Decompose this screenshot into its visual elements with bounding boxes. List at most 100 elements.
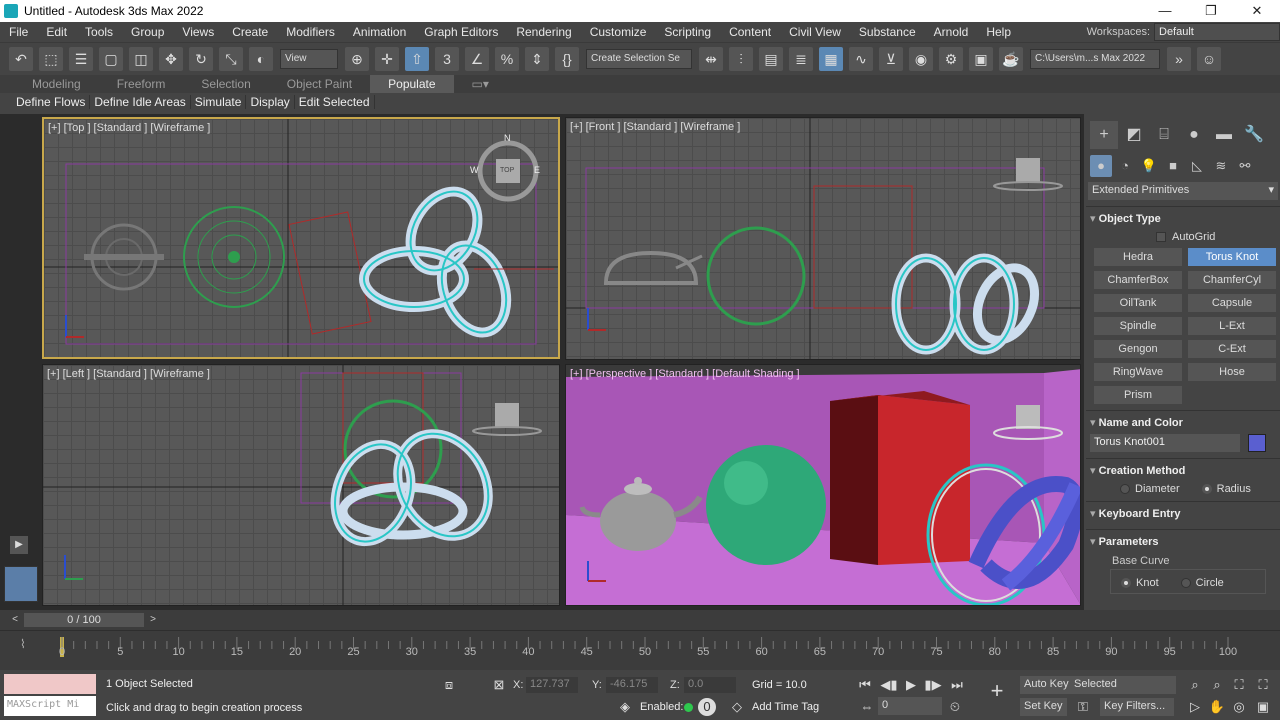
- ringwave-button[interactable]: RingWave: [1094, 363, 1182, 381]
- curve-editor-mini-icon[interactable]: ⌇: [20, 637, 26, 651]
- spinner-snap-icon[interactable]: ⇕: [525, 46, 549, 71]
- teapot-front-wireframe[interactable]: [603, 250, 703, 285]
- teapot-wireframe[interactable]: [84, 223, 164, 291]
- go-to-start-icon[interactable]: ⏮: [856, 676, 874, 694]
- radius-radio[interactable]: Radius: [1201, 483, 1251, 495]
- maxscript-input[interactable]: MAXScript Mi: [4, 696, 96, 716]
- edit-selected-button[interactable]: Edit Selected: [295, 95, 375, 109]
- hedra-button[interactable]: Hedra: [1094, 248, 1182, 266]
- object-name-field[interactable]: Torus Knot001: [1090, 434, 1240, 452]
- time-configuration-icon[interactable]: ⏲: [946, 698, 964, 716]
- tab-modeling[interactable]: Modeling: [14, 77, 99, 91]
- ribbon-options-icon[interactable]: ▭▾: [454, 77, 507, 91]
- select-object-icon[interactable]: ⬚: [39, 46, 63, 71]
- select-move-icon[interactable]: ✥: [159, 46, 183, 71]
- sphere-wireframe[interactable]: [183, 206, 285, 308]
- object-color-swatch[interactable]: [1248, 434, 1266, 452]
- select-rotate-icon[interactable]: ↻: [189, 46, 213, 71]
- menu-create[interactable]: Create: [223, 25, 277, 39]
- undo-icon[interactable]: ↶: [9, 46, 33, 71]
- orbit-icon[interactable]: ◎: [1230, 698, 1248, 716]
- zoom-extents-icon[interactable]: ⛶: [1230, 676, 1248, 694]
- menu-modifiers[interactable]: Modifiers: [277, 25, 344, 39]
- tab-object-paint[interactable]: Object Paint: [269, 77, 370, 91]
- render-setup-icon[interactable]: ⚙: [939, 46, 963, 71]
- viewcube-left[interactable]: [495, 403, 519, 427]
- select-by-name-icon[interactable]: ☰: [69, 46, 93, 71]
- adaptive-degradation-icon[interactable]: ◈: [616, 698, 634, 716]
- chamfercyl-button[interactable]: ChamferCyl: [1188, 271, 1276, 289]
- schematic-view-icon[interactable]: ⊻: [879, 46, 903, 71]
- autogrid-checkbox-box[interactable]: [1156, 232, 1166, 243]
- time-slider[interactable]: < 0 / 100 >: [0, 610, 1280, 630]
- autogrid-checkbox[interactable]: AutoGrid: [1156, 228, 1276, 246]
- tab-freeform[interactable]: Freeform: [99, 77, 184, 91]
- key-mode-icon[interactable]: ⇔: [858, 698, 876, 716]
- placement-icon[interactable]: ◐: [249, 46, 273, 71]
- close-button[interactable]: ✕: [1234, 0, 1280, 22]
- space-warps-icon[interactable]: ≋: [1210, 155, 1232, 177]
- enabled-indicator-icon[interactable]: [684, 703, 693, 712]
- window-crossing-icon[interactable]: ◫: [129, 46, 153, 71]
- pan-view-icon[interactable]: ✋: [1208, 698, 1226, 716]
- viewport-left-label[interactable]: [+] [Left ] [Standard ] [Wireframe ]: [47, 368, 210, 380]
- systems-icon[interactable]: ⚯: [1234, 155, 1256, 177]
- tag-icon[interactable]: ◇: [728, 698, 746, 716]
- select-scale-icon[interactable]: ⤡: [219, 46, 243, 71]
- percent-snap-icon[interactable]: %: [495, 46, 519, 71]
- cameras-icon[interactable]: ■: [1162, 155, 1184, 177]
- circle-radio[interactable]: Circle: [1180, 577, 1224, 589]
- ribbon-toggle-icon[interactable]: ▦: [819, 46, 843, 71]
- diameter-radio[interactable]: Diameter: [1120, 483, 1180, 495]
- keyboard-shortcut-override-icon[interactable]: ⇧: [405, 46, 429, 71]
- create-tab-icon[interactable]: +: [1090, 121, 1118, 149]
- edit-named-sets-icon[interactable]: {}: [555, 46, 579, 71]
- lights-icon[interactable]: 💡: [1138, 155, 1160, 177]
- zoom-all-icon[interactable]: ⌕: [1208, 676, 1226, 694]
- project-path-dropdown[interactable]: C:\Users\m...s Max 2022: [1030, 48, 1160, 69]
- pivot-icon[interactable]: ⊕: [345, 46, 369, 71]
- c-ext-button[interactable]: C-Ext: [1188, 340, 1276, 358]
- minimize-button[interactable]: —: [1142, 0, 1188, 22]
- time-slider-prev-icon[interactable]: <: [8, 613, 22, 627]
- layer-explorer-icon[interactable]: ≣: [789, 46, 813, 71]
- object-type-title[interactable]: Object Type: [1090, 210, 1276, 228]
- set-key-button[interactable]: Set Key: [1020, 698, 1067, 716]
- maxscript-output[interactable]: [4, 674, 96, 694]
- viewport-left[interactable]: [+] [Left ] [Standard ] [Wireframe ]: [42, 364, 560, 606]
- time-slider-frame[interactable]: 0 / 100: [24, 613, 144, 627]
- rendered-frame-icon[interactable]: ▣: [969, 46, 993, 71]
- selection-set-dropdown[interactable]: Create Selection Se: [586, 48, 692, 69]
- menu-graph-editors[interactable]: Graph Editors: [415, 25, 507, 39]
- keyboard-entry-title[interactable]: Keyboard Entry: [1090, 505, 1276, 523]
- torus-knot-wireframe[interactable]: [359, 180, 518, 342]
- selection-filter-dropdown[interactable]: Selected: [1070, 676, 1176, 694]
- maximize-viewport-icon[interactable]: ▣: [1254, 698, 1272, 716]
- torus-knot-front-wireframe[interactable]: [891, 253, 1046, 355]
- l-ext-button[interactable]: L-Ext: [1188, 317, 1276, 335]
- display-button[interactable]: Display: [246, 95, 295, 109]
- menu-arnold[interactable]: Arnold: [925, 25, 978, 39]
- hose-button[interactable]: Hose: [1188, 363, 1276, 381]
- reference-coord-dropdown[interactable]: View: [280, 48, 338, 69]
- isolate-selection-icon[interactable]: ⧈: [440, 676, 458, 694]
- viewport-front[interactable]: [+] [Front ] [Standard ] [Wireframe ]: [565, 117, 1081, 360]
- torus-knot-button[interactable]: Torus Knot: [1188, 248, 1276, 266]
- menu-tools[interactable]: Tools: [76, 25, 122, 39]
- shapes-icon[interactable]: ◔: [1114, 155, 1136, 177]
- menu-rendering[interactable]: Rendering: [507, 25, 580, 39]
- capsule-button[interactable]: Capsule: [1188, 294, 1276, 312]
- define-idle-areas-button[interactable]: Define Idle Areas: [90, 95, 191, 109]
- helpers-icon[interactable]: ◺: [1186, 155, 1208, 177]
- menu-scripting[interactable]: Scripting: [655, 25, 720, 39]
- menu-edit[interactable]: Edit: [37, 25, 76, 39]
- oiltank-button[interactable]: OilTank: [1094, 294, 1182, 312]
- x-coord-field[interactable]: 127.737: [526, 677, 578, 693]
- simulate-button[interactable]: Simulate: [191, 95, 247, 109]
- menu-civil-view[interactable]: Civil View: [780, 25, 850, 39]
- render-production-icon[interactable]: ☕: [999, 46, 1023, 71]
- curve-editor-icon[interactable]: ∿: [849, 46, 873, 71]
- tab-selection[interactable]: Selection: [183, 77, 268, 91]
- viewcube-perspective[interactable]: [1016, 405, 1040, 429]
- current-frame-field[interactable]: 0: [878, 697, 942, 715]
